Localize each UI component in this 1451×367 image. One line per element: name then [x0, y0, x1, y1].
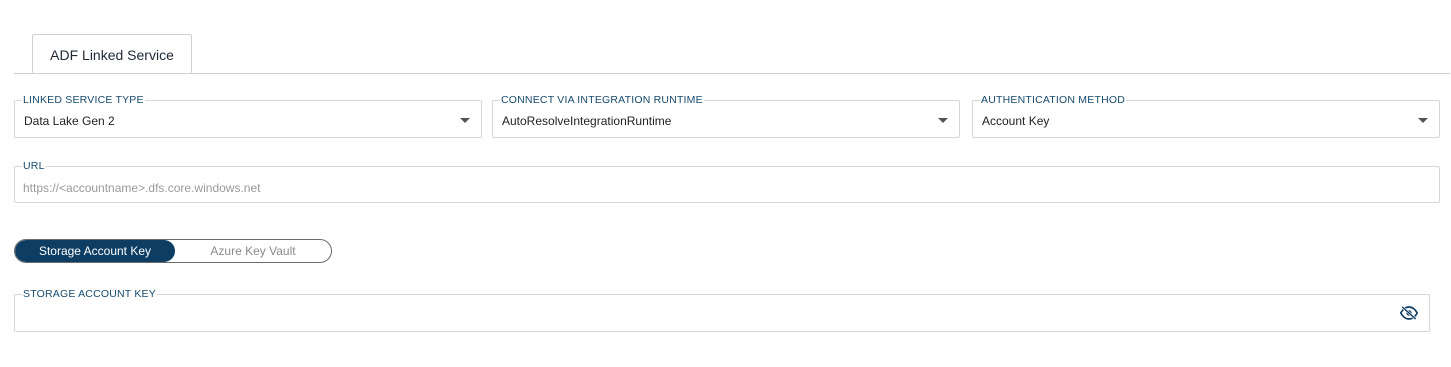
integration-runtime-label: CONNECT VIA INTEGRATION RUNTIME [500, 94, 704, 106]
storage-account-key-option[interactable]: Storage Account Key [15, 240, 175, 262]
linked-service-type-select[interactable]: LINKED SERVICE TYPE Data Lake Gen 2 [14, 95, 482, 138]
tab-label: ADF Linked Service [50, 46, 174, 63]
integration-runtime-select[interactable]: CONNECT VIA INTEGRATION RUNTIME AutoReso… [492, 95, 960, 138]
linked-service-form: ADF Linked Service LINKED SERVICE TYPE D… [0, 0, 1451, 367]
key-source-toggle[interactable]: Storage Account Key Azure Key Vault [14, 239, 332, 263]
chevron-down-icon[interactable] [938, 118, 948, 123]
authentication-method-select[interactable]: AUTHENTICATION METHOD Account Key [972, 95, 1440, 138]
authentication-method-label: AUTHENTICATION METHOD [980, 94, 1127, 106]
url-field[interactable]: URL https://<accountname>.dfs.core.windo… [14, 161, 1440, 203]
integration-runtime-value: AutoResolveIntegrationRuntime [502, 114, 672, 128]
linked-service-type-value: Data Lake Gen 2 [24, 114, 115, 128]
url-placeholder: https://<accountname>.dfs.core.windows.n… [23, 181, 261, 195]
azure-key-vault-option[interactable]: Azure Key Vault [175, 240, 331, 262]
storage-account-key-field[interactable]: STORAGE ACCOUNT KEY [14, 289, 1430, 332]
chevron-down-icon[interactable] [1418, 118, 1428, 123]
authentication-method-value: Account Key [982, 114, 1050, 128]
tab-strip-divider [14, 73, 1450, 74]
linked-service-type-label: LINKED SERVICE TYPE [22, 94, 145, 106]
storage-account-key-label: STORAGE ACCOUNT KEY [22, 288, 157, 300]
url-label: URL [22, 160, 46, 172]
tab-adf-linked-service[interactable]: ADF Linked Service [32, 34, 192, 75]
eye-off-icon[interactable] [1400, 306, 1418, 320]
chevron-down-icon[interactable] [460, 118, 470, 123]
